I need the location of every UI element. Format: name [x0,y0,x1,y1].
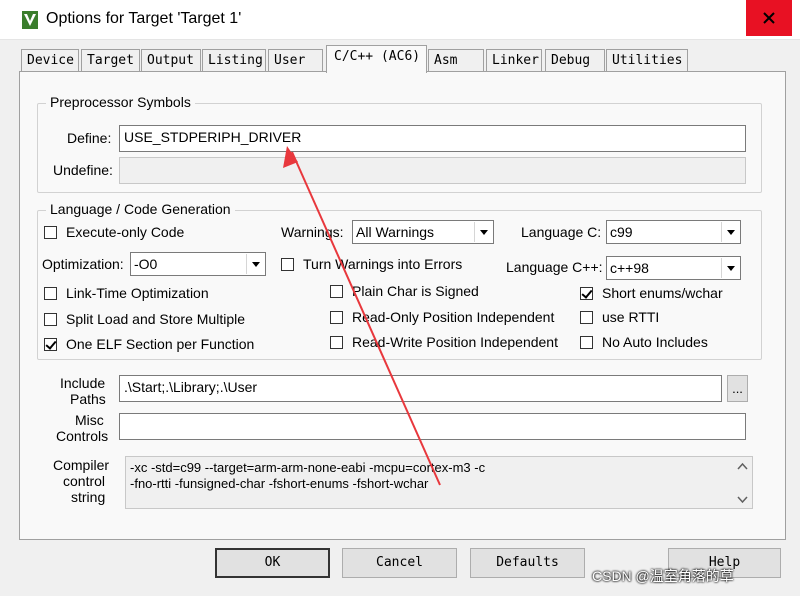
define-label: Define: [67,130,112,146]
window-title: Options for Target 'Target 1' [46,10,242,27]
optimization-select[interactable]: -O0 [130,252,266,276]
turn-warnings-checkbox[interactable]: Turn Warnings into Errors [281,256,481,274]
string-label: string [71,489,106,505]
compiler-line-1: -xc -std=c99 --target=arm-arm-none-eabi … [130,460,486,475]
warnings-label: Warnings: [281,224,344,240]
scroll-up-icon[interactable] [734,458,751,475]
language-legend: Language / Code Generation [46,201,235,217]
no-auto-includes-box[interactable] [580,336,593,349]
language-c-label: Language C: [521,224,602,240]
watermark: CSDN @温室角落的草 [592,568,734,584]
split-load-box[interactable] [44,313,57,326]
language-c-select[interactable]: c99 [606,220,741,244]
chevron-down-icon[interactable] [474,222,492,242]
misc-label: Misc [75,412,104,428]
uvision-icon [22,11,38,29]
link-time-checkbox[interactable]: Link-Time Optimization [44,285,234,303]
short-enums-checkbox[interactable]: Short enums/wchar [580,285,730,303]
tab-utilities[interactable]: Utilities [606,49,688,72]
cancel-button[interactable]: Cancel [342,548,457,578]
turn-warnings-box[interactable] [281,258,294,271]
controls-label: Controls [56,428,109,444]
compiler-line-2: -fno-rtti -funsigned-char -fshort-enums … [130,476,429,491]
scrollbar[interactable] [734,458,751,508]
language-cpp-label: Language C++: [506,259,603,275]
use-rtti-checkbox[interactable]: use RTTI [580,309,680,327]
split-load-label: Split Load and Store Multiple [66,311,245,327]
chevron-down-icon[interactable] [721,222,739,242]
ok-button[interactable]: OK [215,548,330,578]
language-cpp-select[interactable]: c++98 [606,256,741,280]
one-elf-label: One ELF Section per Function [66,336,255,352]
no-auto-includes-checkbox[interactable]: No Auto Includes [580,334,720,352]
plain-char-checkbox[interactable]: Plain Char is Signed [330,283,490,301]
warnings-select[interactable]: All Warnings [352,220,494,244]
undefine-input[interactable] [119,157,746,184]
use-rtti-label: use RTTI [602,309,660,325]
optimization-value: -O0 [134,256,158,272]
defaults-button[interactable]: Defaults [470,548,585,578]
language-c-value: c99 [610,224,633,240]
one-elf-checkbox[interactable]: One ELF Section per Function [44,336,254,354]
short-enums-label: Short enums/wchar [602,285,723,301]
tab-target[interactable]: Target [81,49,140,72]
execute-only-label: Execute-only Code [66,224,185,240]
browse-button[interactable]: ... [727,375,748,402]
close-button[interactable] [746,0,792,36]
execute-only-checkbox[interactable]: Execute-only Code [44,224,224,242]
tab-listing[interactable]: Listing [202,49,266,72]
split-load-checkbox[interactable]: Split Load and Store Multiple [44,311,245,329]
control-label: control [63,473,106,489]
preprocessor-legend: Preprocessor Symbols [46,94,195,110]
scroll-down-icon[interactable] [734,491,751,508]
paths-label: Paths [70,391,106,407]
chevron-down-icon[interactable] [721,258,739,278]
chevron-down-icon[interactable] [246,254,264,274]
use-rtti-box[interactable] [580,311,593,324]
read-only-pi-checkbox[interactable]: Read-Only Position Independent [330,309,554,327]
plain-char-label: Plain Char is Signed [352,283,479,299]
compiler-control-string: -xc -std=c99 --target=arm-arm-none-eabi … [125,456,753,509]
tab-debug[interactable]: Debug [545,49,605,72]
execute-only-box[interactable] [44,226,57,239]
tab-user[interactable]: User [268,49,323,72]
tab-linker[interactable]: Linker [486,49,542,72]
no-auto-includes-label: No Auto Includes [602,334,708,350]
optimization-label: Optimization: [42,256,124,272]
language-cpp-value: c++98 [610,260,649,276]
tab-device[interactable]: Device [21,49,79,72]
tab-output[interactable]: Output [141,49,201,72]
misc-controls-input[interactable] [119,413,746,440]
one-elf-box[interactable] [44,338,57,351]
link-time-label: Link-Time Optimization [66,285,209,301]
tab-asm[interactable]: Asm [428,49,484,72]
read-only-pi-label: Read-Only Position Independent [352,309,555,325]
plain-char-box[interactable] [330,285,343,298]
undefine-label: Undefine: [53,162,113,178]
short-enums-box[interactable] [580,287,593,300]
include-paths-input[interactable]: .\Start;.\Library;.\User [119,375,722,402]
link-time-box[interactable] [44,287,57,300]
include-label: Include [60,375,106,391]
read-write-pi-box[interactable] [330,336,343,349]
warnings-value: All Warnings [356,224,435,240]
read-write-pi-label: Read-Write Position Independent [352,334,558,350]
turn-warnings-label: Turn Warnings into Errors [303,256,463,272]
define-input[interactable]: USE_STDPERIPH_DRIVER [119,125,746,152]
read-only-pi-box[interactable] [330,311,343,324]
close-icon [763,12,775,24]
compiler-label: Compiler [53,457,110,473]
title-bar: Options for Target 'Target 1' [0,0,800,40]
tab-c-cpp[interactable]: C/C++ (AC6) [326,45,427,73]
read-write-pi-checkbox[interactable]: Read-Write Position Independent [330,334,558,352]
